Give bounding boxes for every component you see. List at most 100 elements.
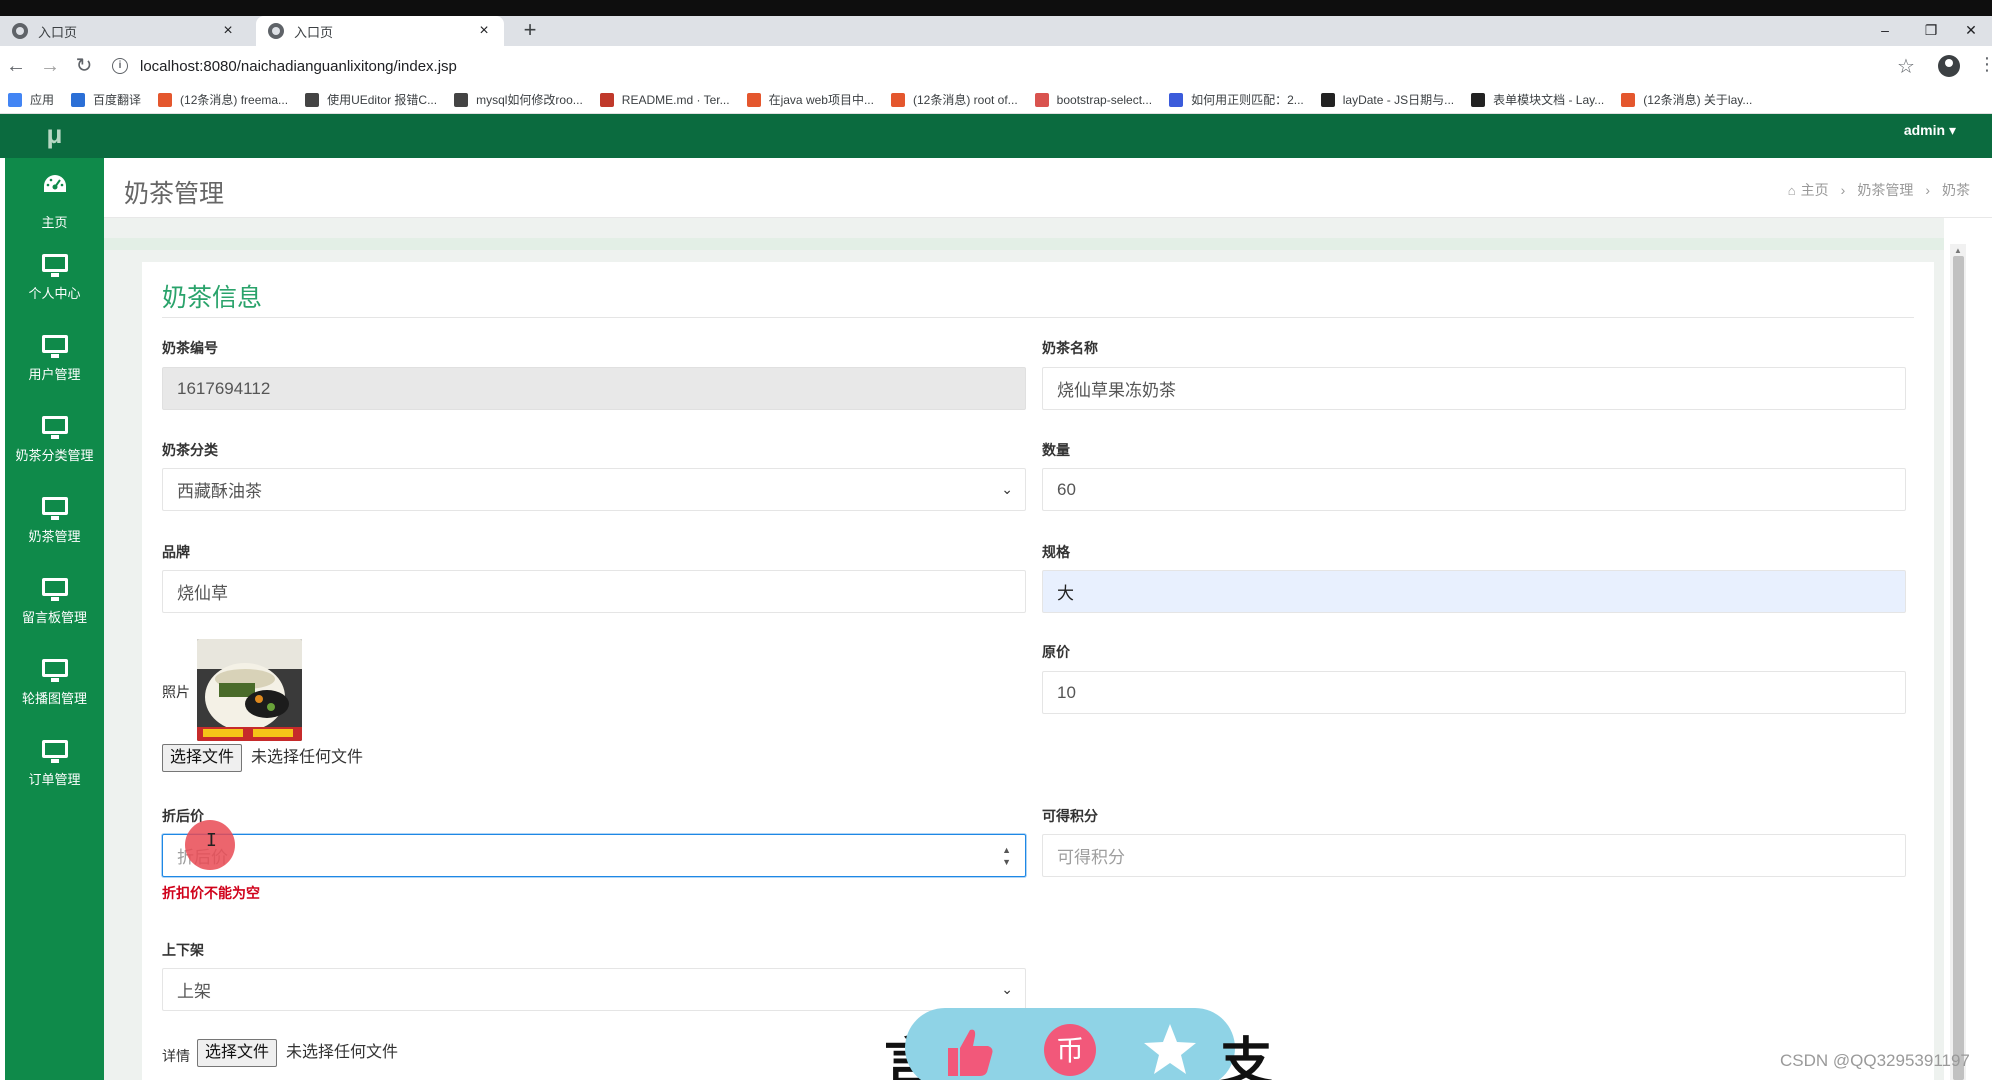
code-label: 奶茶编号	[162, 340, 218, 356]
tab-title: 入口页	[38, 24, 78, 40]
svg-text:币: 币	[1056, 1034, 1084, 1067]
bookmark-item[interactable]: mysql如何修改roo...	[454, 91, 583, 108]
thumbs-up-icon[interactable]	[940, 1022, 996, 1078]
sidebar-item-users[interactable]: 用户管理	[5, 325, 104, 395]
sidebar-item-label: 留言板管理	[21, 610, 87, 625]
points-label: 可得积分	[1042, 808, 1098, 824]
scrollbar-thumb[interactable]	[1953, 256, 1964, 1080]
bookmark-apps[interactable]: 应用	[8, 91, 54, 108]
sidebar-item-orders[interactable]: 订单管理	[5, 730, 104, 800]
profile-avatar-icon[interactable]	[1938, 55, 1960, 77]
sidebar-item-label: 用户管理	[28, 367, 81, 382]
browser-tab-2[interactable]: 入口页 ×	[256, 16, 504, 46]
details-choose-file-button[interactable]: 选择文件	[197, 1039, 278, 1067]
bookmark-item[interactable]: bootstrap-select...	[1034, 92, 1152, 107]
code-field: 1617694112	[162, 367, 1026, 410]
favicon-icon	[305, 92, 320, 107]
content-band	[104, 238, 1944, 250]
points-input[interactable]: 可得积分	[1042, 834, 1906, 877]
category-select[interactable]: 西藏酥油茶 ⌄	[162, 468, 1026, 511]
apps-grid-icon	[8, 92, 22, 107]
monitor-icon	[41, 578, 68, 601]
bookmark-label: 表单模块文档 - Lay...	[1493, 93, 1605, 107]
photo-choose-file-button[interactable]: 选择文件	[162, 744, 243, 772]
browser-tab-1[interactable]: 入口页 ×	[0, 16, 248, 46]
original-price-field[interactable]: 10	[1042, 671, 1906, 714]
bookmark-item[interactable]: 如何用正则匹配：2...	[1169, 91, 1304, 108]
home-icon: ⌂	[1787, 182, 1796, 198]
address-bar[interactable]: i localhost:8080/naichadianguanlixitong/…	[112, 51, 1892, 81]
globe-icon	[12, 23, 28, 39]
number-stepper-icon[interactable]: ▲ ▼	[1002, 844, 1011, 868]
bookmark-label: (12条消息) root of...	[912, 93, 1018, 107]
forward-arrow-icon[interactable]: →	[38, 54, 62, 78]
monitor-icon	[41, 254, 68, 277]
breadcrumb-tea-management[interactable]: 奶茶管理	[1857, 180, 1913, 200]
category-label: 奶茶分类	[162, 442, 218, 458]
bookmark-label: (12条消息) 关于lay...	[1643, 93, 1753, 107]
quantity-field[interactable]: 60	[1042, 468, 1906, 511]
sidebar-item-tea-categories[interactable]: 奶茶分类管理	[5, 406, 104, 476]
coin-icon[interactable]: 币	[1042, 1022, 1098, 1078]
original-price-label: 原价	[1042, 644, 1070, 660]
app-header: admin ▾	[0, 114, 1992, 158]
bookmark-item[interactable]: 表单模块文档 - Lay...	[1471, 91, 1604, 108]
sidebar-item-tea-management[interactable]: 奶茶管理	[5, 487, 104, 557]
tab-title: 入口页	[294, 24, 334, 40]
bookmark-item[interactable]: (12条消息) freema...	[158, 91, 288, 108]
quantity-label: 数量	[1042, 442, 1070, 458]
text-cursor-icon: I	[206, 830, 217, 851]
sidebar-item-label: 奶茶管理	[28, 529, 81, 544]
original-price-value: 10	[1057, 682, 1076, 702]
scroll-up-arrow-icon[interactable]: ▲	[1954, 246, 1962, 255]
bookmark-item[interactable]: 使用UEditor 报错C...	[305, 91, 437, 108]
bookmark-star-icon[interactable]: ☆	[1897, 54, 1915, 79]
sidebar-item-label: 轮播图管理	[21, 691, 87, 706]
sidebar-item-home[interactable]: 主页	[5, 164, 104, 234]
app-logo: μ	[5, 114, 104, 158]
sidebar-item-profile[interactable]: 个人中心	[5, 244, 104, 314]
user-menu[interactable]: admin ▾	[1904, 122, 1956, 139]
monitor-icon	[41, 335, 68, 358]
sidebar-item-carousel[interactable]: 轮播图管理	[5, 649, 104, 719]
brand-label: 品牌	[162, 544, 190, 560]
details-file-status: 未选择任何文件	[286, 1044, 399, 1061]
points-placeholder: 可得积分	[1057, 848, 1125, 867]
breadcrumb-home[interactable]: 主页	[1801, 180, 1829, 200]
info-icon[interactable]: i	[112, 58, 128, 74]
bookmark-item[interactable]: layDate - JS日期与...	[1320, 91, 1454, 108]
bookmark-item[interactable]: README.md · Ter...	[599, 92, 730, 107]
favicon-icon	[158, 92, 173, 107]
bookmark-item[interactable]: (12条消息) 关于lay...	[1621, 91, 1752, 108]
favicon-icon	[1621, 92, 1636, 107]
window-close-button[interactable]: ✕	[1948, 16, 1992, 46]
dashboard-icon	[43, 175, 66, 192]
chevron-down-icon: ⌄	[1001, 981, 1013, 997]
new-tab-button[interactable]: +	[516, 16, 544, 46]
quantity-value: 60	[1057, 479, 1076, 499]
shelf-select[interactable]: 上架 ⌄	[162, 968, 1026, 1011]
menu-dots-icon[interactable]: ⋮	[1978, 54, 1992, 75]
back-arrow-icon[interactable]: ←	[4, 54, 28, 78]
star-favorite-icon[interactable]	[1142, 1022, 1198, 1078]
reload-icon[interactable]: ↻	[72, 54, 96, 78]
tea-info-card: 奶茶信息 奶茶编号 1617694112 奶茶名称 烧仙草果冻奶茶 奶茶分类 西…	[142, 262, 1934, 1080]
favicon-icon	[1471, 92, 1486, 107]
bookmark-item[interactable]: 在java web项目中...	[746, 91, 874, 108]
discount-price-error: 折扣价不能为空	[162, 885, 260, 901]
tab-close-icon[interactable]: ×	[476, 22, 492, 40]
sidebar-item-message-board[interactable]: 留言板管理	[5, 568, 104, 638]
minimize-button[interactable]: –	[1862, 16, 1908, 46]
bookmark-item[interactable]: (12条消息) root of...	[890, 91, 1018, 108]
spec-field[interactable]: 大	[1042, 570, 1906, 613]
brand-field[interactable]: 烧仙草	[162, 570, 1026, 613]
tab-close-icon[interactable]: ×	[220, 22, 236, 40]
bookmark-label: 使用UEditor 报错C...	[327, 93, 438, 107]
name-field[interactable]: 烧仙草果冻奶茶	[1042, 367, 1906, 410]
discount-price-input[interactable]: 折后价 ▲▼	[162, 834, 1026, 877]
category-value: 西藏酥油茶	[177, 482, 262, 501]
bookmark-item[interactable]: 百度翻译	[71, 91, 141, 108]
bookmark-label: README.md · Ter...	[621, 92, 730, 107]
breadcrumb-current: 奶茶	[1942, 182, 1970, 198]
divider	[162, 317, 1914, 318]
